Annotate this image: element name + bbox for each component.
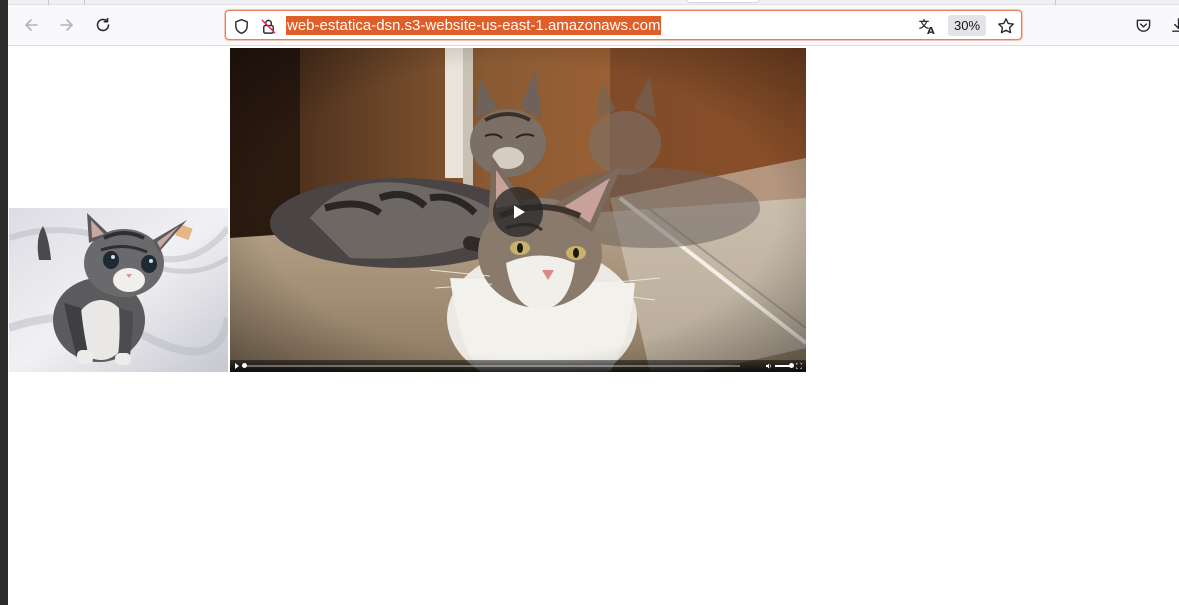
control-play-icon[interactable]	[235, 363, 239, 369]
shield-icon[interactable]	[232, 17, 250, 35]
fullscreen-icon[interactable]	[796, 363, 802, 369]
kitten-image	[9, 208, 228, 372]
volume-icon[interactable]	[766, 363, 772, 369]
address-bar[interactable]: web-estatica-dsn.s3-website-us-east-1.am…	[225, 10, 1022, 40]
back-button[interactable]	[17, 11, 45, 39]
pocket-icon	[1136, 19, 1150, 32]
star-icon[interactable]	[997, 17, 1015, 35]
browser-toolbar: web-estatica-dsn.s3-website-us-east-1.am…	[8, 5, 1179, 46]
page-content	[8, 46, 1179, 605]
progress-thumb[interactable]	[242, 363, 247, 368]
download-icon	[1171, 17, 1179, 32]
insecure-lock-icon[interactable]	[259, 17, 277, 35]
active-tab[interactable]	[687, 0, 759, 3]
video-controls	[230, 360, 806, 372]
pocket-button[interactable]	[1129, 11, 1157, 39]
translate-icon[interactable]: 文A	[919, 17, 937, 35]
downloads-button[interactable]	[1164, 11, 1179, 39]
forward-arrow-icon	[60, 19, 73, 31]
desktop-edge	[0, 0, 8, 605]
volume-thumb[interactable]	[789, 363, 794, 368]
play-button[interactable]	[493, 187, 543, 237]
url-text[interactable]: web-estatica-dsn.s3-website-us-east-1.am…	[286, 16, 662, 35]
video-player[interactable]	[230, 48, 806, 372]
forward-button[interactable]	[53, 11, 81, 39]
progress-track[interactable]	[244, 365, 740, 367]
zoom-level-badge[interactable]: 30%	[948, 15, 986, 36]
reload-icon	[96, 17, 110, 32]
svg-text:A: A	[927, 26, 935, 35]
reload-button[interactable]	[89, 11, 117, 39]
back-arrow-icon	[25, 19, 38, 31]
play-icon	[514, 205, 525, 219]
